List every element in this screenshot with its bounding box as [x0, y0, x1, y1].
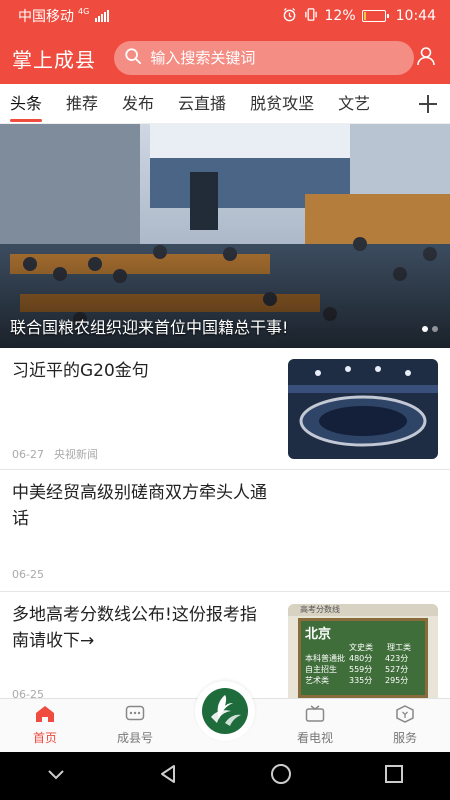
news-title: 习近平的G20金句 [12, 361, 149, 381]
chalkboard-image: 北京 文史类 理工类 本科普通批 480分 423分 自主招生 559分 527分 艺术… [298, 618, 428, 698]
category-tabs: 头条 推荐 发布 云直播 脱贫攻坚 文艺 [0, 84, 450, 124]
news-source: 央视新闻 [53, 448, 98, 461]
thumb-row: 本科普通批 480分 423分 [305, 653, 421, 664]
nav-center-logo[interactable] [180, 681, 270, 752]
tab-poverty-alleviation[interactable]: 脱贫攻坚 [250, 84, 314, 124]
tab-live[interactable]: 云直播 [178, 84, 226, 124]
add-tab-button[interactable] [414, 90, 442, 118]
tab-publish[interactable]: 发布 [122, 84, 154, 124]
thumb-cell: 559分 [349, 665, 373, 674]
news-title-line: 话 [12, 509, 29, 529]
nav-watch-tv[interactable]: 看电视 [270, 699, 360, 752]
home-icon [35, 705, 55, 726]
home-button[interactable] [270, 763, 292, 789]
carousel-indicator [422, 326, 438, 332]
nav-label: 服务 [392, 731, 417, 745]
banner-caption: 联合国粮农组织迎来首位中国籍总干事! [10, 318, 289, 337]
thumb-row-label: 艺术类 [305, 676, 329, 685]
user-profile-button[interactable] [414, 46, 438, 70]
vibrate-icon [303, 7, 319, 26]
tab-arts[interactable]: 文艺 [338, 84, 370, 124]
nav-home[interactable]: 首页 [0, 699, 90, 752]
thumb-heading: 北京 [305, 627, 332, 642]
news-title: 中美经贸高级别磋商双方牵头人通 话 [12, 480, 267, 532]
tab-recommended[interactable]: 推荐 [66, 84, 98, 124]
user-icon [416, 46, 436, 70]
news-thumbnail: 高考分数线 北京 文史类 理工类 本科普通批 480分 423分 自主招生 559分 5… [288, 604, 438, 704]
app-logo-icon [195, 681, 255, 741]
nav-label: 看电视 [296, 731, 333, 745]
app-header: 掌上成县 [0, 32, 450, 84]
news-date: 06-27 [12, 448, 44, 461]
thumb-row-label: 自主招生 [305, 665, 337, 674]
news-meta: 06-25 [12, 568, 44, 581]
thumb-cell: 295分 [385, 676, 409, 685]
chat-icon [125, 705, 145, 726]
system-navigation-bar [0, 752, 450, 800]
thumb-columns: 文史类 理工类 [349, 642, 421, 653]
carrier-name: 中国移动 [18, 9, 74, 25]
carousel-dot [432, 326, 438, 332]
search-bar[interactable] [114, 41, 415, 75]
nav-label: 首页 [32, 731, 57, 745]
thumb-caption: 高考分数线 [288, 604, 438, 616]
news-title-line: 南请收下→ [12, 631, 95, 651]
carousel-dot [422, 326, 428, 332]
news-title: 多地高考分数线公布!这份报考指 南请收下→ [12, 602, 257, 654]
battery-percent: 12% [324, 8, 356, 24]
thumb-cell: 527分 [385, 665, 409, 674]
hide-keyboard-button[interactable] [46, 767, 66, 786]
news-thumbnail [288, 359, 438, 459]
news-title-line: 中美经贸高级别磋商双方牵头人通 [12, 483, 267, 503]
recent-apps-button[interactable] [384, 764, 404, 788]
thumb-row: 自主招生 559分 527分 [305, 664, 421, 675]
search-icon [124, 47, 142, 69]
bottom-navigation: 首页 成县号 看电视 服务 [0, 681, 450, 752]
headline-banner[interactable]: 联合国粮农组织迎来首位中国籍总干事! [0, 124, 450, 348]
clock: 10:44 [395, 8, 436, 24]
thumb-row: 艺术类 335分 295分 [305, 675, 421, 686]
news-item[interactable]: 中美经贸高级别磋商双方牵头人通 话 06-25 [0, 470, 450, 592]
thumb-cell: 423分 [385, 654, 409, 663]
thumb-cell: 335分 [349, 676, 373, 685]
back-button[interactable] [158, 764, 178, 788]
carrier-info: 中国移动 4G [18, 6, 110, 26]
thumb-cell: 480分 [349, 654, 373, 663]
nav-label: 成县号 [116, 731, 153, 745]
nav-chengxian-account[interactable]: 成县号 [90, 699, 180, 752]
news-meta: 06-27 央视新闻 [12, 446, 98, 462]
tv-icon [305, 705, 325, 726]
alarm-icon [282, 7, 297, 26]
status-bar: 中国移动 4G 12% 10:44 [0, 0, 450, 32]
news-item[interactable]: 习近平的G20金句 06-27 央视新闻 [0, 348, 450, 470]
plus-icon [414, 95, 442, 122]
app-title: 掌上成县 [12, 47, 96, 72]
network-type: 4G [78, 7, 90, 16]
news-title-line: 多地高考分数线公布!这份报考指 [12, 605, 257, 625]
service-icon [395, 705, 415, 726]
search-input[interactable] [150, 49, 391, 67]
signal-icon [95, 10, 110, 22]
thumb-column: 文史类 [349, 643, 373, 652]
nav-services[interactable]: 服务 [360, 699, 450, 752]
thumb-row-label: 本科普通批 [305, 654, 345, 663]
battery-icon [361, 10, 389, 22]
tab-headlines[interactable]: 头条 [10, 84, 43, 124]
thumb-column: 理工类 [387, 643, 411, 652]
news-date: 06-25 [12, 568, 44, 581]
